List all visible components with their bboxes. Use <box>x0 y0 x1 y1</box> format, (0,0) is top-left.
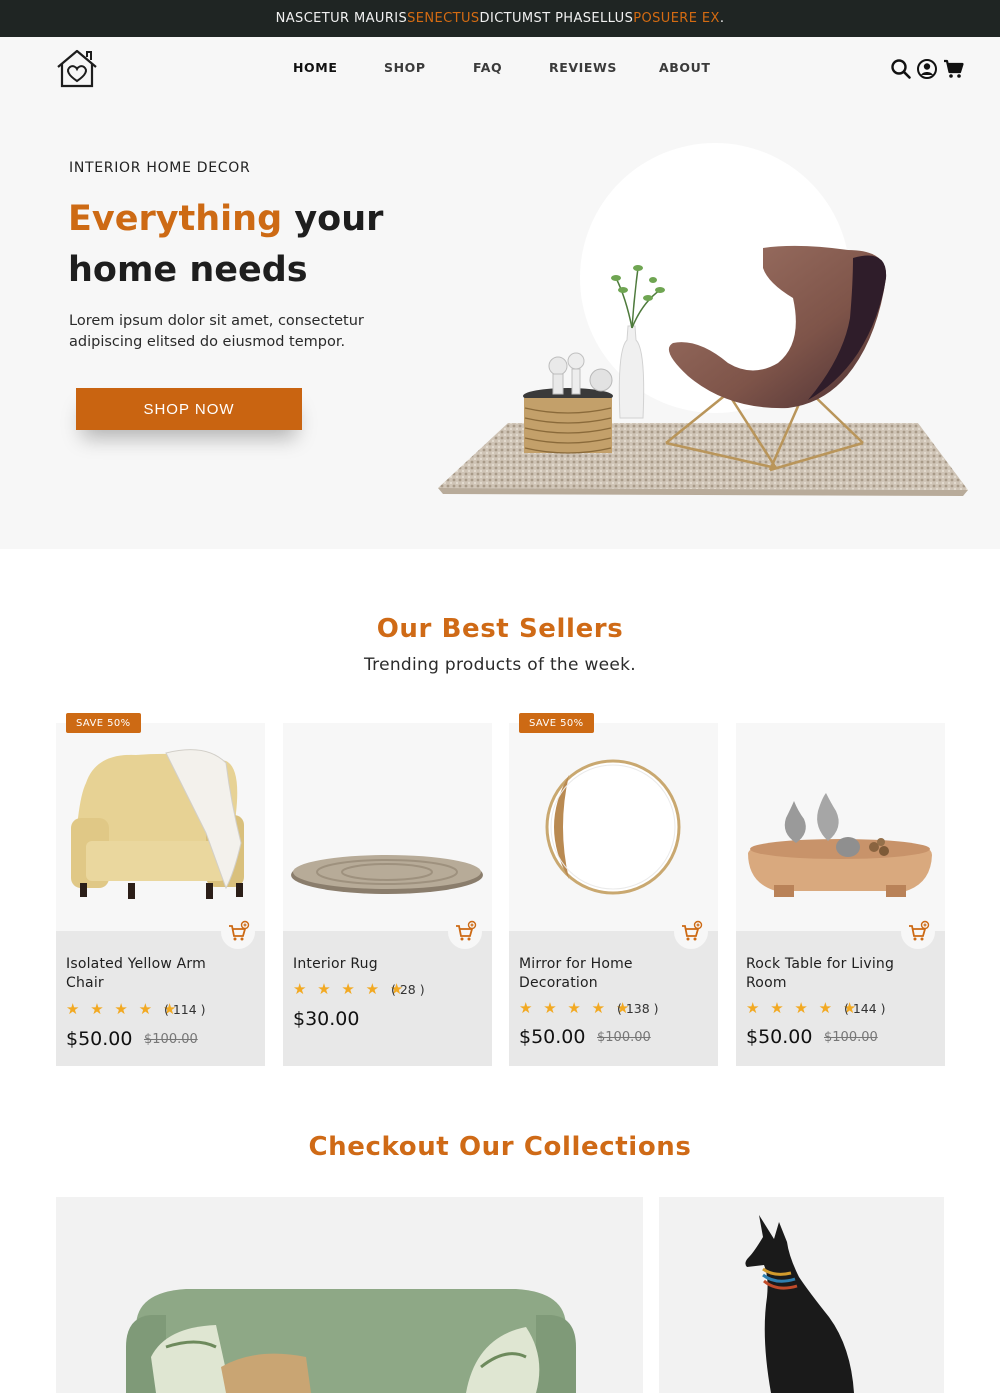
announcement-bar: NASCETUR MAURIS SENECTUS DICTUMST PHASEL… <box>0 0 1000 37</box>
green-sofa-image <box>126 1289 576 1393</box>
add-to-cart-button[interactable] <box>448 915 482 949</box>
nav-about[interactable]: ABOUT <box>659 60 711 75</box>
cart-icon[interactable] <box>943 58 965 80</box>
review-count: ( 144 ) <box>844 1001 886 1016</box>
discount-badge: SAVE 50% <box>66 713 141 733</box>
original-price: $100.00 <box>597 1030 651 1045</box>
product-price: $50.00 <box>519 1026 586 1048</box>
search-icon[interactable] <box>890 58 912 80</box>
header-icons <box>888 58 968 80</box>
original-price: $100.00 <box>824 1030 878 1045</box>
add-to-cart-icon <box>909 920 930 941</box>
add-to-cart-icon <box>229 920 250 941</box>
review-count: ( 138 ) <box>617 1001 659 1016</box>
account-icon[interactable] <box>916 58 938 80</box>
announcement-accent-2: POSUERE EX <box>633 11 720 26</box>
add-to-cart-icon <box>682 920 703 941</box>
rating-stars: ★ ★ ★ ★ ★ <box>66 1000 180 1018</box>
collection-card-statue[interactable] <box>659 1197 944 1393</box>
collection-card-sofa[interactable] <box>56 1197 643 1393</box>
product-card[interactable]: Mirror for Home Decoration ★ ★ ★ ★ ★ ( 1… <box>509 723 718 1066</box>
original-price: $100.00 <box>144 1032 198 1047</box>
add-to-cart-icon <box>456 920 477 941</box>
product-card[interactable]: Rock Table for Living Room ★ ★ ★ ★ ★ ( 1… <box>736 723 945 1066</box>
rating-stars: ★ ★ ★ ★ ★ <box>519 999 633 1017</box>
review-count: ( 114 ) <box>164 1002 206 1017</box>
announcement-text-3: . <box>719 11 725 26</box>
black-cat-statue-image <box>745 1215 854 1393</box>
hero-headline-accent: Everything <box>68 199 283 239</box>
product-price: $50.00 <box>746 1026 813 1048</box>
rating-stars: ★ ★ ★ ★ ★ <box>746 999 860 1017</box>
product-card[interactable]: Isolated Yellow Arm Chair ★ ★ ★ ★ ★ ( 11… <box>56 723 265 1066</box>
add-to-cart-button[interactable] <box>901 915 935 949</box>
hero-description: Lorem ipsum dolor sit amet, consectetur … <box>69 313 364 350</box>
product-name[interactable]: Isolated Yellow Arm Chair <box>66 955 236 993</box>
announcement-accent-1: SENECTUS <box>407 11 480 26</box>
best-sellers-subtitle: Trending products of the week. <box>363 655 637 675</box>
product-name[interactable]: Interior Rug <box>293 955 463 974</box>
announcement-text-2: DICTUMST PHASELLUS <box>479 11 634 26</box>
nav-reviews[interactable]: REVIEWS <box>549 60 617 75</box>
hero-eyebrow: INTERIOR HOME DECOR <box>69 160 251 176</box>
review-count: ( 28 ) <box>391 982 425 997</box>
rating-stars: ★ ★ ★ ★ ★ <box>293 980 407 998</box>
add-to-cart-button[interactable] <box>221 915 255 949</box>
product-name[interactable]: Rock Table for Living Room <box>746 955 916 993</box>
collections-title: Checkout Our Collections <box>308 1132 692 1162</box>
product-name[interactable]: Mirror for Home Decoration <box>519 955 689 993</box>
product-card[interactable]: Interior Rug ★ ★ ★ ★ ★ ( 28 ) $30.00 <box>283 723 492 1066</box>
nav-shop[interactable]: SHOP <box>384 60 426 75</box>
discount-badge: SAVE 50% <box>519 713 594 733</box>
hero-headline-part1: your <box>282 199 384 239</box>
product-info <box>283 931 492 1066</box>
hero-lounge-chair-image <box>438 143 968 496</box>
interior-rug-image <box>291 855 483 894</box>
nav-faq[interactable]: FAQ <box>473 60 502 75</box>
shop-now-button[interactable]: SHOP NOW <box>76 388 302 430</box>
hero-headline-part2: home needs <box>68 250 308 290</box>
rock-table-image <box>748 793 932 897</box>
yellow-arm-chair-image <box>71 749 244 899</box>
nav-home[interactable]: HOME <box>293 60 337 75</box>
product-price: $30.00 <box>293 1008 360 1030</box>
announcement-text-1: NASCETUR MAURIS <box>275 11 408 26</box>
main-nav: HOME SHOP FAQ REVIEWS ABOUT <box>0 60 1000 78</box>
product-price: $50.00 <box>66 1028 133 1050</box>
best-sellers-title: Our Best Sellers <box>376 614 624 644</box>
round-mirror-image <box>545 759 681 895</box>
add-to-cart-button[interactable] <box>674 915 708 949</box>
